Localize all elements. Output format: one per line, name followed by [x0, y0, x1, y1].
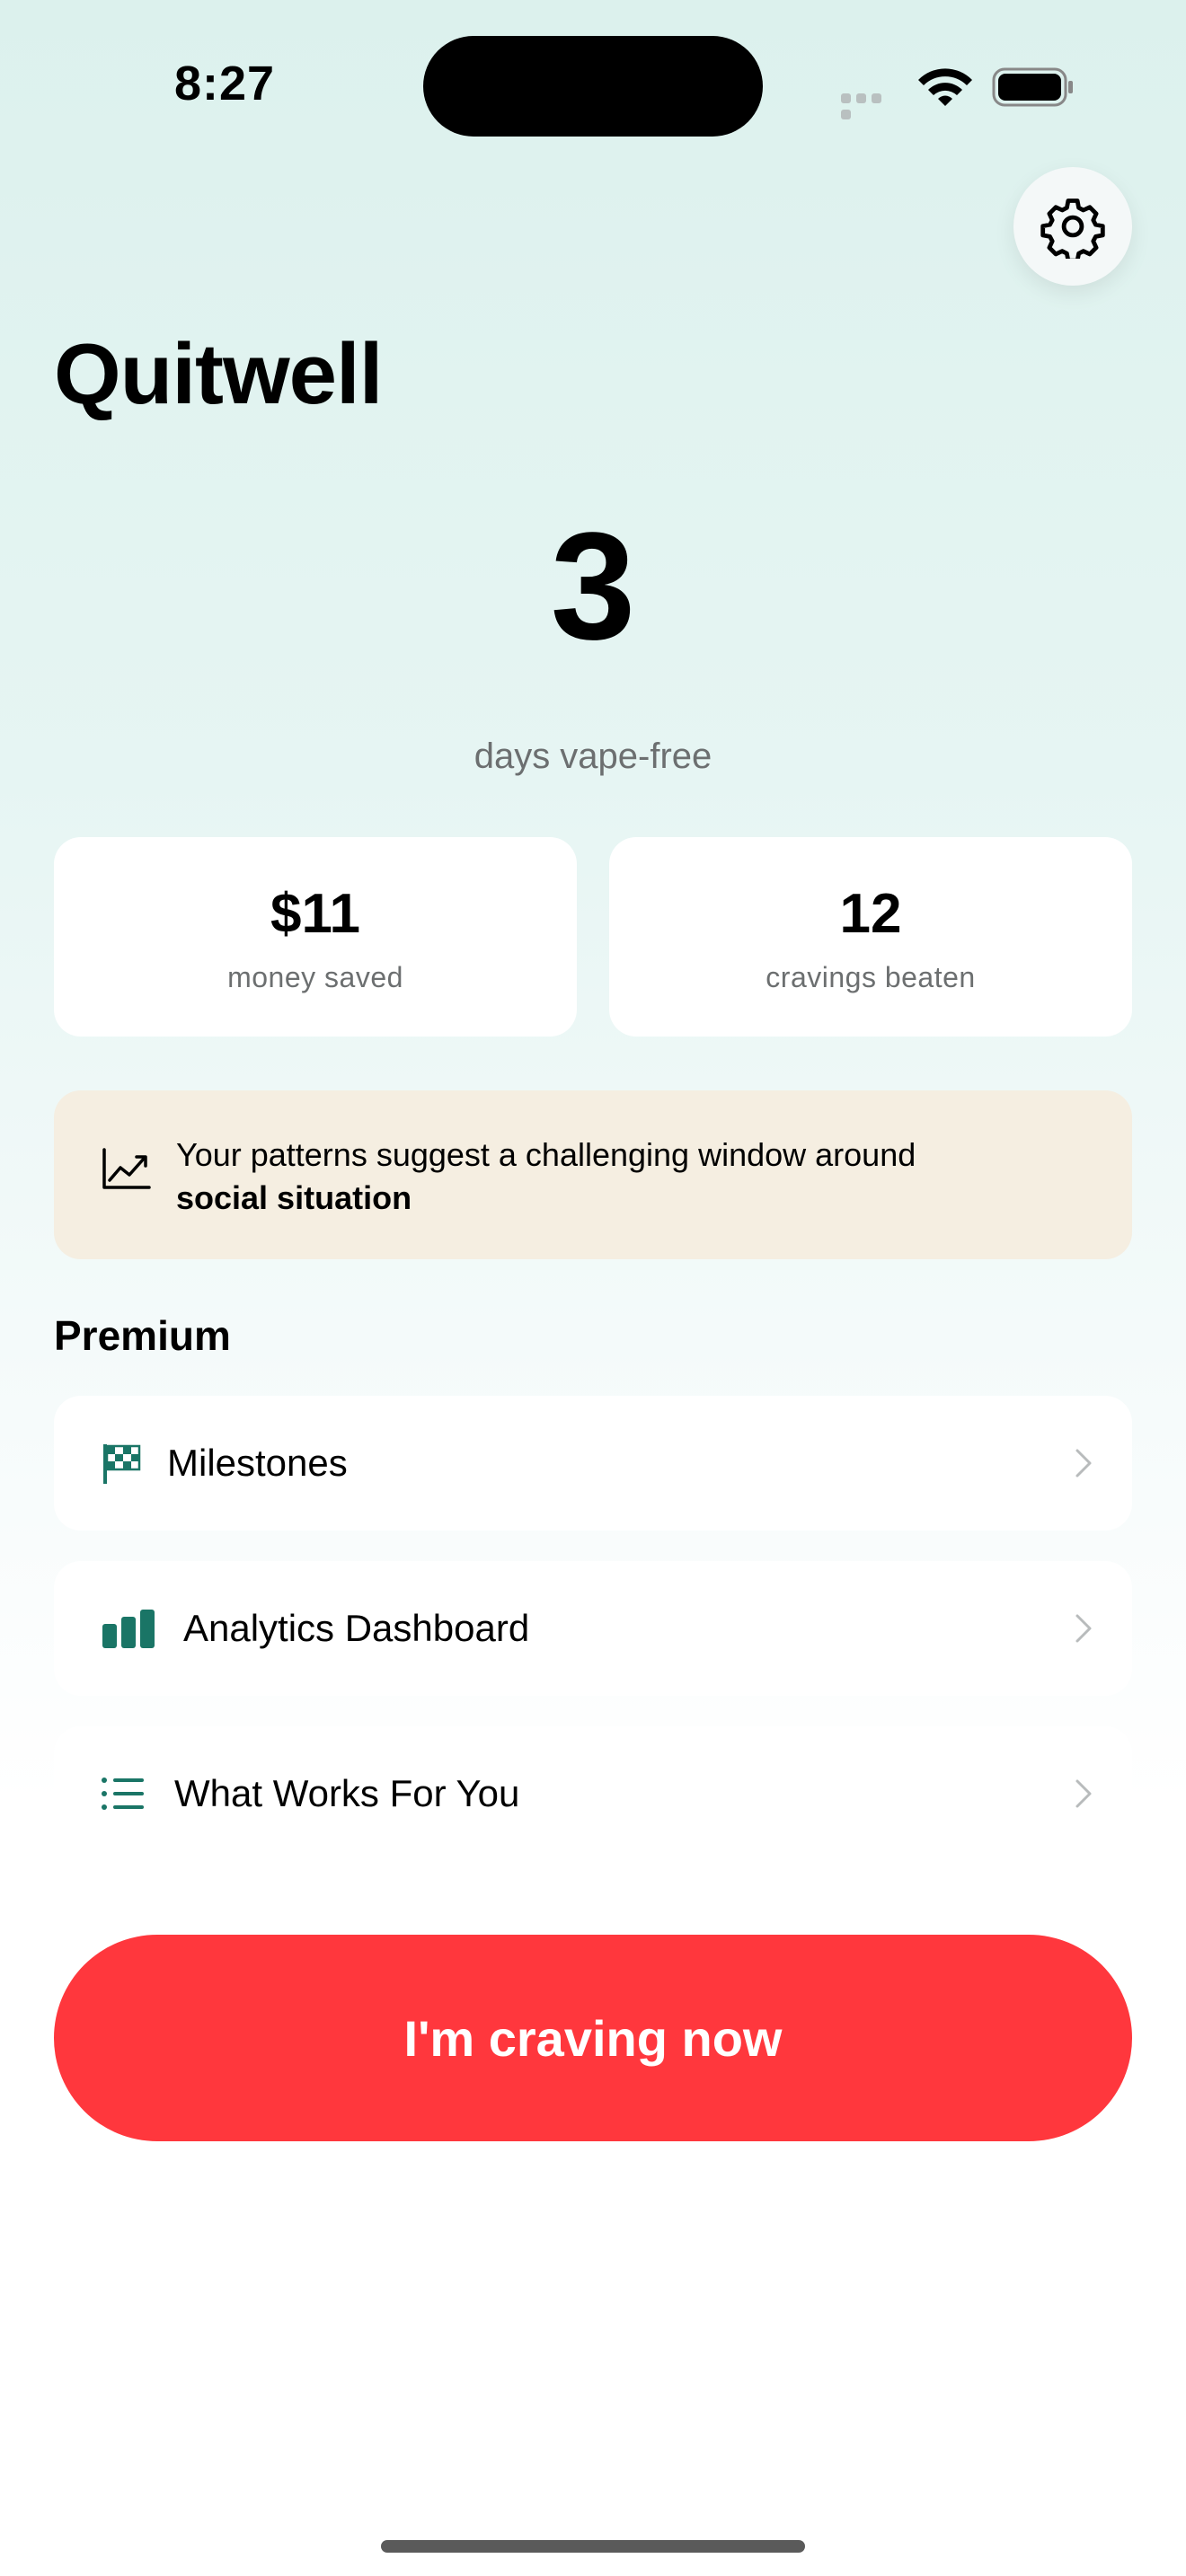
chevron-right-icon	[1075, 1779, 1092, 1808]
premium-item-milestones[interactable]: Milestones	[54, 1396, 1132, 1531]
wifi-icon	[918, 68, 972, 106]
cravings-beaten-label: cravings beaten	[766, 961, 976, 993]
trend-chart-icon	[102, 1148, 151, 1189]
streak-count: 3	[550, 501, 636, 672]
app-title: Quitwell	[54, 326, 383, 422]
cravings-beaten-card: 12 cravings beaten	[609, 837, 1132, 1037]
list-icon	[102, 1778, 144, 1810]
premium-section-heading: Premium	[54, 1312, 231, 1359]
chevron-right-icon	[1075, 1449, 1092, 1478]
money-saved-card: $11 money saved	[54, 837, 577, 1037]
checkered-flag-icon	[103, 1444, 141, 1484]
insight-highlight: social situation	[176, 1179, 412, 1216]
cravings-beaten-value: 12	[839, 883, 902, 945]
bar-chart-icon	[102, 1610, 155, 1648]
pattern-insight-banner: Your patterns suggest a challenging wind…	[54, 1090, 1132, 1259]
money-saved-value: $11	[270, 883, 361, 945]
milestones-label: Milestones	[167, 1442, 348, 1484]
battery-icon	[992, 67, 1073, 107]
settings-button[interactable]	[1013, 167, 1132, 286]
streak-label: days vape-free	[474, 737, 712, 776]
chevron-right-icon	[1075, 1614, 1092, 1643]
premium-item-what-works-for-you[interactable]: What Works For You	[54, 1726, 1132, 1861]
what-works-label: What Works For You	[174, 1772, 520, 1814]
gear-icon	[1040, 198, 1105, 259]
insight-message: Your patterns suggest a challenging wind…	[176, 1134, 916, 1220]
home-indicator[interactable]	[381, 2540, 805, 2553]
dynamic-island	[423, 36, 763, 137]
money-saved-label: money saved	[227, 961, 403, 993]
cellular-signal-icon	[841, 92, 900, 119]
craving-now-button[interactable]: I'm craving now	[54, 1935, 1132, 2141]
premium-item-analytics-dashboard[interactable]: Analytics Dashboard	[54, 1561, 1132, 1696]
status-time: 8:27	[173, 57, 276, 110]
analytics-dashboard-label: Analytics Dashboard	[183, 1607, 530, 1649]
insight-text: Your patterns suggest a challenging wind…	[176, 1136, 916, 1173]
